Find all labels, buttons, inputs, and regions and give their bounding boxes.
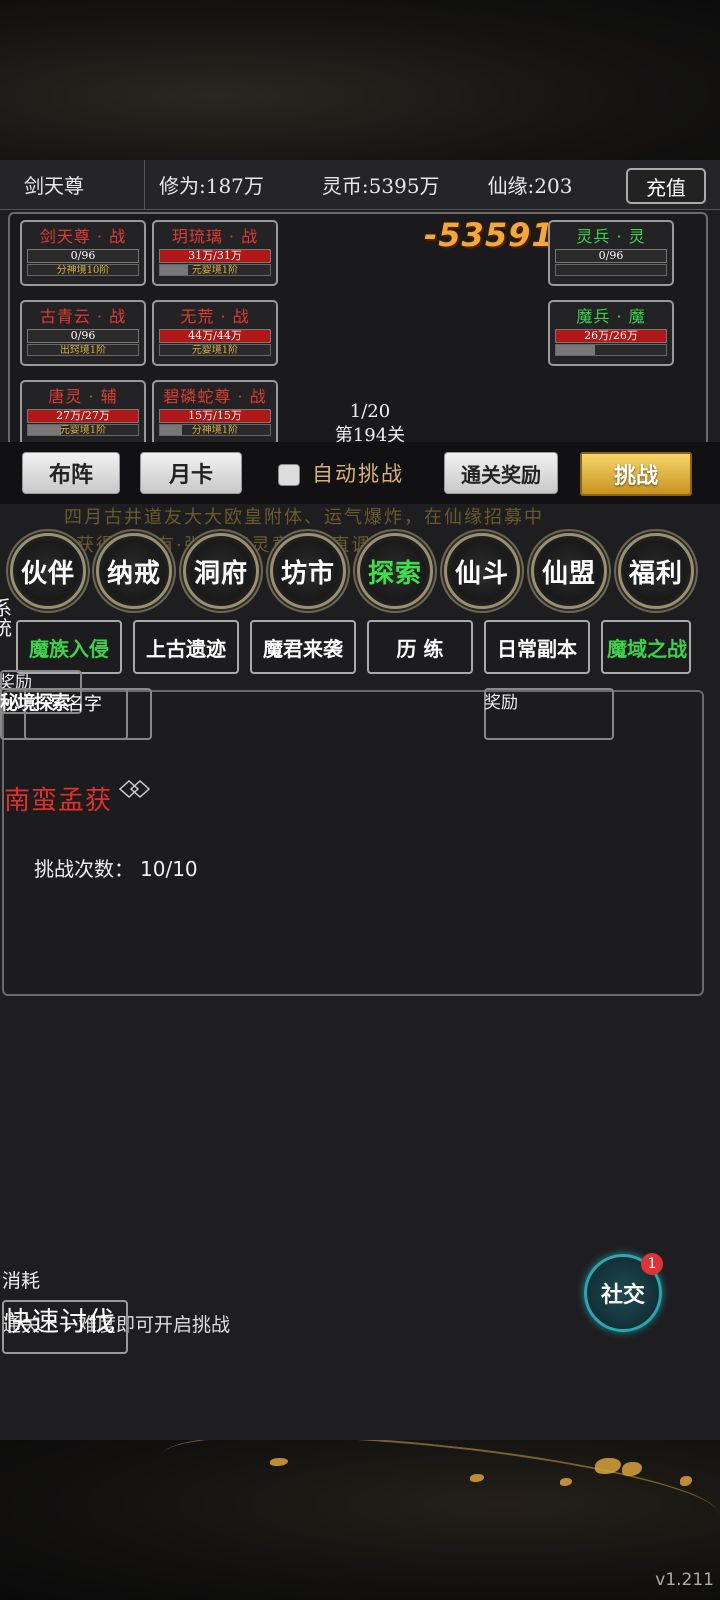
fast-battle-label[interactable]: 快速讨伐 (4, 1300, 116, 1339)
menu-market[interactable]: 坊市 (270, 533, 346, 609)
hp-bar: 0/96 (555, 249, 667, 263)
menu-partners[interactable]: 伙伴 (10, 533, 86, 609)
reward-label-right: 奖励 (484, 693, 518, 713)
unit-name: 古青云 · 战 (39, 307, 127, 326)
fate-stat: 仙缘:203 (487, 174, 573, 198)
tab-demon-invasion[interactable]: 魔族入侵 (16, 620, 122, 674)
hp-bar: 44万/44万 (159, 329, 271, 343)
unit-name: 剑天尊 · 战 (39, 227, 127, 246)
challenge-button[interactable]: 挑战 (580, 452, 692, 496)
ally-unit[interactable]: 古青云 · 战 0/96 出窍境1阶 (20, 300, 146, 366)
attempts-value: 10/10 (140, 857, 198, 881)
wave-indicator: 1/20 第194关 (310, 400, 430, 448)
auto-challenge-label[interactable]: 自动挑战 (312, 458, 404, 488)
damage-number: -53591 (424, 216, 555, 254)
hp-bar: 31万/31万 (159, 249, 271, 263)
hp-bar: 26万/26万 (555, 329, 667, 343)
boss-name: 南蛮孟获 (4, 786, 113, 816)
clear-reward-button[interactable]: 通关奖励 (444, 452, 558, 494)
formation-button[interactable]: 布阵 (22, 452, 120, 494)
cultivation-stat: 修为:187万 (159, 174, 264, 198)
realm-bar: 分神境10阶 (27, 264, 139, 276)
unit-name: 唐灵 · 辅 (48, 387, 118, 406)
hp-bar: 0/96 (27, 329, 139, 343)
battle-field: 剑天尊 · 战 0/96 分神境10阶 玥琉璃 · 战 31万/31万 元婴境1… (8, 212, 708, 456)
challenge-attempts: 挑战次数： 10/10 (34, 857, 198, 881)
tab-training[interactable]: 历 练 (367, 620, 473, 674)
realm-bar (555, 344, 667, 356)
ally-unit[interactable]: 剑天尊 · 战 0/96 分神境10阶 (20, 220, 146, 286)
menu-cave[interactable]: 洞府 (183, 533, 259, 609)
main-panel: 剑天尊 修为:187万 灵币:5395万 仙缘:203 充值 剑天尊 · 战 0… (0, 159, 720, 1440)
overlap-label-name: 名字 (66, 694, 102, 715)
ally-unit[interactable]: 玥琉璃 · 战 31万/31万 元婴境1阶 (152, 220, 278, 286)
tab-ancient-ruins[interactable]: 上古遗迹 (133, 620, 239, 674)
tab-demon-realm-war[interactable]: 魔域之战 (601, 620, 691, 674)
realm-bar (555, 264, 667, 276)
unit-name: 魔兵 · 魔 (576, 307, 646, 326)
action-bar: 布阵 月卡 自动挑战 通关奖励 挑战 (0, 442, 720, 504)
marquee-line: 四月古井道友大大欧皇附体、运气爆炸，在仙缘招募中 (64, 507, 544, 528)
realm-bar: 出窍境1阶 (27, 344, 139, 356)
notification-badge: 1 (641, 1253, 663, 1275)
realm-bar: 元婴境1阶 (27, 424, 139, 436)
tab-demon-lord-raid[interactable]: 魔君来袭 (250, 620, 356, 674)
enemy-unit[interactable]: 灵兵 · 灵 0/96 (548, 220, 674, 286)
unit-name: 无荒 · 战 (180, 307, 250, 326)
unit-name: 灵兵 · 灵 (576, 227, 646, 246)
menu-welfare[interactable]: 福利 (618, 533, 694, 609)
tab-daily-dungeon[interactable]: 日常副本 (484, 620, 590, 674)
wave-count: 1/20 (349, 401, 391, 422)
realm-bar: 元婴境1阶 (159, 264, 271, 276)
menu-guild[interactable]: 仙盟 (531, 533, 607, 609)
ally-unit[interactable]: 唐灵 · 辅 27万/27万 元婴境1阶 (20, 380, 146, 446)
menu-ring[interactable]: 纳戒 (96, 533, 172, 609)
version-label: v1.211 (655, 1570, 714, 1590)
hp-bar: 27万/27万 (27, 409, 139, 423)
diamond-ornament-icon (118, 779, 151, 799)
overlap-label: 秘境探索 (0, 692, 70, 714)
auto-challenge-checkbox[interactable] (278, 464, 300, 486)
realm-bar: 元婴境1阶 (159, 344, 271, 356)
hp-bar: 0/96 (27, 249, 139, 263)
enemy-unit[interactable]: 魔兵 · 魔 26万/26万 (548, 300, 674, 366)
cost-label: 消耗 (2, 1270, 41, 1292)
hp-bar: 15万/15万 (159, 409, 271, 423)
month-card-button[interactable]: 月卡 (140, 452, 242, 494)
unit-name: 玥琉璃 · 战 (171, 227, 259, 246)
ally-unit[interactable]: 无荒 · 战 44万/44万 元婴境1阶 (152, 300, 278, 366)
unit-name: 碧磷蛇尊 · 战 (163, 387, 267, 406)
player-name: 剑天尊 (0, 159, 145, 210)
menu-pvp[interactable]: 仙斗 (444, 533, 520, 609)
header-bar: 剑天尊 修为:187万 灵币:5395万 仙缘:203 充值 (0, 159, 720, 210)
ally-unit[interactable]: 碧磷蛇尊 · 战 15万/15万 分神境1阶 (152, 380, 278, 446)
top-background (0, 0, 720, 160)
recharge-button[interactable]: 充值 (626, 168, 706, 204)
spirit-coin-stat: 灵币:5395万 (321, 174, 440, 198)
realm-bar: 分神境1阶 (159, 424, 271, 436)
menu-explore[interactable]: 探索 (357, 533, 433, 609)
